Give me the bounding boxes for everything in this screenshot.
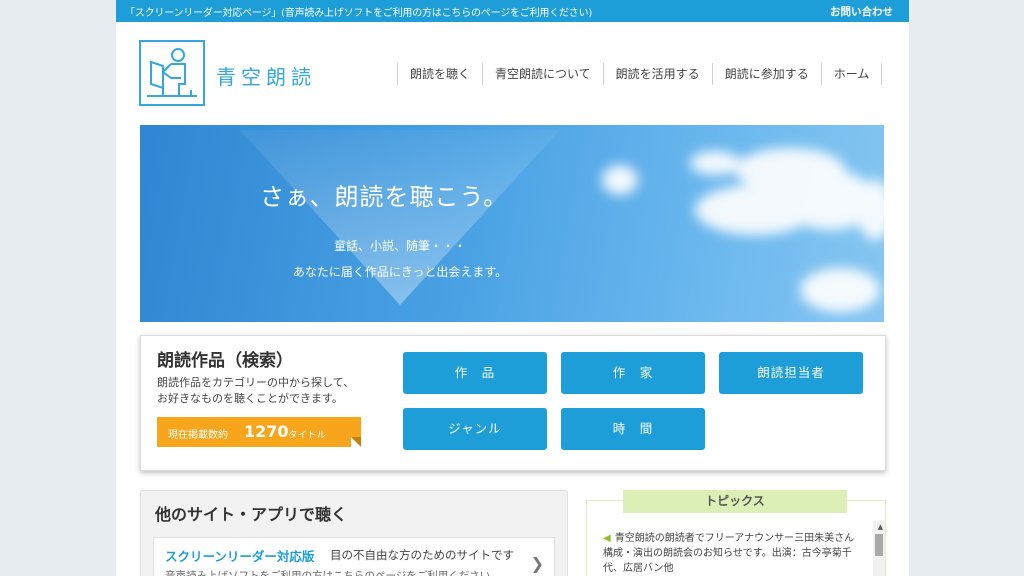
nav-join[interactable]: 朗読に参加する xyxy=(711,63,821,85)
topics-title: トピックス xyxy=(623,490,847,513)
main-nav: 朗読を聴く 青空朗読について 朗読を活用する 朗読に参加する ホーム xyxy=(397,63,883,85)
screen-reader-card-desc: 音声読み上げソフトをご利用の方はこちらのページをご利用ください xyxy=(165,570,491,576)
hero-subtitle-2: あなたに届く作品にきっと出会えます。 xyxy=(292,265,508,279)
screen-reader-card-subtitle: 目の不自由な方のためのサイトです xyxy=(330,548,514,562)
category-authors-button[interactable]: 作 家 xyxy=(561,352,705,394)
category-time-button[interactable]: 時 間 xyxy=(561,408,705,450)
nav-about[interactable]: 青空朗読について xyxy=(482,63,603,85)
hero-subtitle-1: 童話、小説、随筆・・・ xyxy=(333,239,466,253)
count-label: 現在掲載数約 xyxy=(168,430,228,441)
screen-reader-card-title: スクリーンリーダー対応版 xyxy=(165,549,315,564)
other-apps-panel: 他のサイト・アプリで聴く スクリーンリーダー対応版 目の不自由な方のためのサイト… xyxy=(140,490,568,576)
folded-corner-icon xyxy=(351,437,361,447)
title-count-badge: 現在掲載数約 1270 タイトル xyxy=(157,417,361,447)
nav-home[interactable]: ホーム xyxy=(820,63,883,85)
search-desc-2: お好きなものを聴くことができます。 xyxy=(157,392,343,405)
scrollbar-thumb[interactable] xyxy=(875,534,883,556)
topics-item-text: 青空朗読の朗読者でフリーアナウンサー三田朱美さん構成・演出の朗読会のお知らせです… xyxy=(603,533,855,574)
category-genre-button[interactable]: ジャンル xyxy=(403,408,547,450)
category-readers-button[interactable]: 朗読担当者 xyxy=(719,352,863,394)
logo-icon[interactable] xyxy=(139,40,205,106)
category-works-button[interactable]: 作 品 xyxy=(403,352,547,394)
topics-item[interactable]: ◀ 青空朗読の朗読者でフリーアナウンサー三田朱美さん構成・演出の朗読会のお知らせで… xyxy=(603,531,855,576)
search-title: 朗読作品（検索） xyxy=(157,351,293,371)
nav-listen[interactable]: 朗読を聴く xyxy=(397,63,482,85)
cloud-graphic xyxy=(240,130,884,312)
page: 「スクリーンリーダー対応ページ」(音声読み上げソフトをご利用の方はこちらのページ… xyxy=(116,0,909,576)
search-panel: 朗読作品（検索） 朗読作品をカテゴリーの中から探して、 お好きなものを聴くことが… xyxy=(140,335,886,471)
count-number: 1270 xyxy=(244,422,289,441)
chevron-right-icon: ❯ xyxy=(530,554,544,573)
hero-title: さぁ、朗読を聴こう。 xyxy=(260,183,509,211)
apps-title: 他のサイト・アプリで聴く xyxy=(155,505,348,524)
contact-link[interactable]: お問い合わせ xyxy=(830,4,893,19)
site-logo-text[interactable]: 青空朗読 xyxy=(216,61,316,90)
bullet-icon: ◀ xyxy=(603,533,611,544)
nav-use[interactable]: 朗読を活用する xyxy=(602,63,712,85)
search-desc-1: 朗読作品をカテゴリーの中から探して、 xyxy=(157,376,355,389)
top-bar: 「スクリーンリーダー対応ページ」(音声読み上げソフトをご利用の方はこちらのページ… xyxy=(116,0,909,22)
screen-reader-link[interactable]: 「スクリーンリーダー対応ページ」(音声読み上げソフトをご利用の方はこちらのページ… xyxy=(125,4,592,19)
screen-reader-card[interactable]: スクリーンリーダー対応版 目の不自由な方のためのサイトです 音声読み上げソフトを… xyxy=(153,537,555,576)
count-unit: タイトル xyxy=(288,430,327,441)
scroll-up-arrow-icon[interactable]: ▲ xyxy=(878,523,883,531)
hero-banner: さぁ、朗読を聴こう。 童話、小説、随筆・・・ あなたに届く作品にきっと出会えます… xyxy=(140,125,884,322)
